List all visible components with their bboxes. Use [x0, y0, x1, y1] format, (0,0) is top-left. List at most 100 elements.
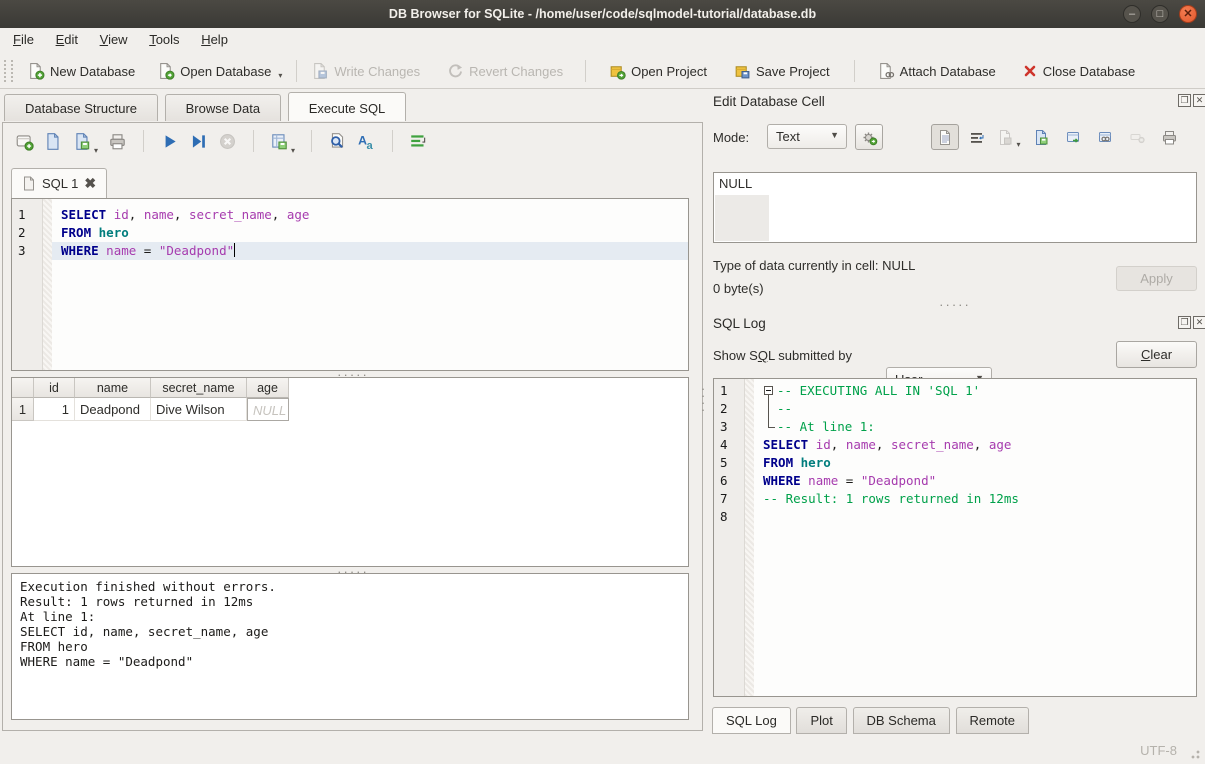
attach-database-button[interactable]: Attach Database [869, 58, 1004, 84]
float-panel-icon[interactable]: ❐ [1178, 94, 1191, 107]
cell-age[interactable]: NULL [247, 398, 289, 421]
word-wrap-button[interactable] [409, 132, 428, 151]
log-line [754, 508, 1196, 526]
log-line: -- [754, 400, 1196, 418]
corner-header-cell[interactable] [12, 378, 34, 398]
menu-file[interactable]: File [4, 28, 43, 51]
set-null-button[interactable] [1123, 124, 1151, 150]
log-fold-margin [745, 379, 754, 696]
find-button[interactable] [328, 132, 347, 151]
sql-editor[interactable]: 1 2 3 SELECT id, name, secret_name, age … [11, 198, 689, 371]
execute-line-button[interactable] [189, 132, 208, 151]
app-window: DB Browser for SQLite - /home/user/code/… [0, 0, 1205, 764]
editor-line-current: WHERE name = "Deadpond" [52, 242, 688, 260]
minimize-button[interactable]: – [1123, 5, 1141, 23]
save-results-button[interactable]: ▾ [270, 132, 295, 151]
sql-document-tab[interactable]: SQL 1 ✖ [11, 168, 107, 198]
tab-db-schema[interactable]: DB Schema [853, 707, 950, 734]
revert-changes-icon [446, 62, 464, 80]
mode-label: Mode: [713, 130, 749, 145]
toolbar-separator [296, 60, 297, 82]
mode-select[interactable]: Text ▼ [767, 124, 847, 149]
open-in-external-button[interactable] [1059, 124, 1087, 150]
maximize-button[interactable]: □ [1151, 5, 1169, 23]
open-sql-tab-button[interactable] [15, 132, 34, 151]
close-sql-tab-icon[interactable]: ✖ [84, 175, 96, 192]
tab-remote[interactable]: Remote [956, 707, 1030, 734]
log-line-numbers: 1 2 3 4 5 6 7 8 [714, 379, 745, 696]
apply-button[interactable]: Apply [1116, 266, 1197, 291]
save-project-button[interactable]: Save Project [725, 58, 838, 84]
cell-type-info: Type of data currently in cell: NULL [713, 258, 915, 273]
dock-tab-bar: SQL Log Plot DB Schema Remote [712, 707, 1031, 734]
tab-execute-sql[interactable]: Execute SQL [288, 92, 407, 121]
clear-log-button[interactable]: Clear [1116, 341, 1197, 368]
toolbar-drag-handle[interactable] [4, 60, 13, 82]
open-project-button[interactable]: Open Project [600, 58, 715, 84]
resize-grip[interactable] [1187, 746, 1200, 759]
sql-toolbar: ▾ ▾ Aa [3, 123, 702, 152]
execution-message-box[interactable]: Execution finished without errors. Resul… [11, 573, 689, 720]
stop-execution-button[interactable] [218, 132, 237, 151]
close-panel-icon[interactable]: ✕ [1193, 316, 1205, 329]
close-button[interactable]: ✕ [1179, 5, 1197, 23]
tab-database-structure[interactable]: Database Structure [4, 94, 158, 121]
log-line: SELECT id, name, secret_name, age [754, 436, 1196, 454]
format-sql-button[interactable]: Aa [357, 132, 376, 151]
export-cell-data-button[interactable] [1027, 124, 1055, 150]
import-cell-data-button[interactable]: ▾ [995, 124, 1023, 150]
sql-log-view[interactable]: 1 2 3 4 5 6 7 8 -- EXECUTING ALL IN 'SQL… [713, 378, 1197, 697]
save-sql-file-button[interactable]: ▾ [73, 132, 98, 151]
new-database-icon [27, 62, 45, 80]
column-header-age[interactable]: age [247, 378, 289, 398]
cell-editor-margin [715, 195, 769, 241]
tab-sql-log[interactable]: SQL Log [712, 707, 791, 734]
toolbar-separator [392, 130, 393, 152]
column-header-secret-name[interactable]: secret_name [151, 378, 247, 398]
auto-switch-mode-button[interactable] [855, 124, 883, 150]
write-changes-button[interactable]: Write Changes [303, 58, 428, 84]
table-row: 1 1 Deadpond Dive Wilson NULL [12, 398, 688, 421]
close-database-button[interactable]: Close Database [1014, 59, 1144, 83]
log-line: -- EXECUTING ALL IN 'SQL 1' [754, 382, 1196, 400]
cell-name[interactable]: Deadpond [75, 398, 151, 421]
execute-all-button[interactable] [160, 132, 179, 151]
word-wrap-cell-button[interactable] [963, 124, 991, 150]
text-mode-button[interactable] [931, 124, 959, 150]
tab-browse-data[interactable]: Browse Data [165, 94, 281, 121]
gear-icon [861, 129, 878, 146]
toolbar-separator [854, 60, 855, 82]
open-database-icon [157, 62, 175, 80]
log-line: -- At line 1: [754, 418, 1196, 436]
column-header-name[interactable]: name [75, 378, 151, 398]
editor-line: FROM hero [52, 224, 688, 242]
toolbar-separator [311, 130, 312, 152]
open-database-button[interactable]: Open Database ▾ [149, 58, 290, 84]
right-dock: Edit Database Cell ❐ ✕ Mode: Text ▼ ▾ NU… [705, 90, 1205, 734]
print-sql-button[interactable] [108, 132, 127, 151]
open-sql-file-button[interactable] [44, 132, 63, 151]
cell-id[interactable]: 1 [34, 398, 75, 421]
print-cell-button[interactable] [1155, 124, 1183, 150]
copy-link-button[interactable] [1091, 124, 1119, 150]
float-panel-icon[interactable]: ❐ [1178, 316, 1191, 329]
execution-message-text: Execution finished without errors. Resul… [12, 574, 688, 674]
menu-view[interactable]: View [91, 28, 137, 51]
splitter-handle[interactable]: ····· [925, 302, 985, 308]
toolbar-separator [253, 130, 254, 152]
menu-help[interactable]: Help [192, 28, 237, 51]
show-sql-label: Show SQL submitted by [713, 348, 852, 363]
row-number-cell[interactable]: 1 [12, 398, 34, 421]
menu-edit[interactable]: Edit [47, 28, 87, 51]
new-database-button[interactable]: New Database [19, 58, 143, 84]
column-header-id[interactable]: id [34, 378, 75, 398]
menu-tools[interactable]: Tools [140, 28, 188, 51]
revert-changes-button[interactable]: Revert Changes [438, 58, 571, 84]
save-project-icon [733, 62, 751, 80]
cell-secret-name[interactable]: Dive Wilson [151, 398, 247, 421]
editor-text-area: SELECT id, name, secret_name, age FROM h… [52, 206, 688, 370]
tab-plot[interactable]: Plot [796, 707, 846, 734]
close-panel-icon[interactable]: ✕ [1193, 94, 1205, 107]
cell-value-editor[interactable]: NULL [713, 172, 1197, 243]
open-database-dropdown-arrow[interactable]: ▾ [278, 71, 282, 80]
